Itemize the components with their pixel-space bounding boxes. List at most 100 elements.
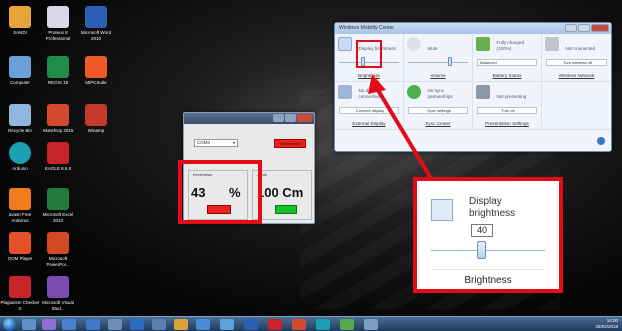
eagle-icon [47,142,69,164]
chevron-down-icon: ▾ [232,140,235,145]
avast-icon [9,188,31,210]
volume-slider-thumb[interactable] [448,57,452,66]
presentation-caption: Presentation Settings [485,121,529,126]
brightness-highlight-box [356,40,382,68]
taskbar-app-icon[interactable] [62,319,76,330]
desktop-icon-computer[interactable]: Computer [0,56,40,86]
sync-center-caption: Sync Center [425,121,451,126]
desktop-icon-winamp[interactable]: Winamp [76,104,116,134]
desktop-icon-excel[interactable]: Microsoft Excel 2010 [38,188,78,223]
brightness-caption: Brightness [358,73,380,78]
tile-sync-center: No sync partnerships Sync settings Sync … [404,82,473,130]
external-display-icon [338,85,352,99]
sketchup-icon [47,104,69,126]
taskbar-app-icon[interactable] [316,319,330,330]
slider-value-tooltip: 40 [471,224,493,237]
sync-settings-button[interactable]: Sync settings [408,107,468,114]
tile-presentation: Not presenting Turn on Presentation Sett… [473,82,542,130]
turn-on-presentation-button[interactable]: Turn on [477,107,537,114]
taskbar-app-icon[interactable] [340,319,354,330]
visual-studio-icon [47,276,69,298]
zoom-slider-thumb[interactable] [477,241,486,259]
taskbar-app-icon[interactable] [220,319,234,330]
connect-display-button[interactable]: Connect display [339,107,399,114]
desktop-icon-recycle-bin[interactable]: Recycle Bin [0,104,40,134]
app-window-controls [273,114,312,122]
turn-wireless-off-button[interactable]: Turn wireless off [546,59,607,66]
tile-volume: Mute Volume [404,34,473,82]
taskbar-word-icon[interactable] [244,319,258,330]
wireless-signal-icon [545,37,559,51]
desktop-icon-eagle[interactable]: EAGLE 6.6.0 [38,142,78,172]
powerpoint-icon [47,232,69,254]
taskbar-app-icon[interactable] [196,319,210,330]
taskbar: 14:00 25/02/2016 [0,316,622,331]
taskbar-app-icon[interactable] [108,319,122,330]
regis-icon [47,56,69,78]
computer-icon [9,56,31,78]
desktop-icon-proteus[interactable]: Proteus 8 Professional [38,6,78,41]
window-controls [565,24,609,32]
gom-player-icon [9,232,31,254]
help-icon[interactable] [597,137,605,145]
mobility-center-title: Windows Mobility Center [339,25,395,31]
taskbar-app-icon[interactable] [292,319,306,330]
maximize-button[interactable] [578,24,590,32]
desktop-icon-avast[interactable]: avast! Free Antivirus [0,188,40,223]
value-highlight-box [178,160,262,224]
battery-caption: Battery Status [492,73,522,78]
distance-green-button[interactable] [275,205,297,214]
close-button[interactable] [591,24,609,32]
clock-date: 25/02/2016 [595,324,618,329]
desktop-icon-visual-studio[interactable]: Microsoft Visual Stud... [38,276,78,311]
winamp-icon [85,104,107,126]
word-icon [85,6,107,28]
display-brightness-icon-large [431,199,453,221]
mobility-center-titlebar: Windows Mobility Center [335,23,611,34]
zoom-title: Display brightness [469,196,516,219]
volume-caption: Volume [430,73,446,78]
desktop-icon-sketchup[interactable]: SketchUp 2015 [38,104,78,134]
taskbar-app-icon[interactable] [130,319,144,330]
tile-empty [542,82,611,130]
taskbar-app-icon[interactable] [86,319,100,330]
start-button[interactable] [3,318,16,331]
taskbar-app-icon[interactable] [268,319,282,330]
desktop-icon-sandi[interactable]: SANDI [0,6,40,36]
desktop-icon-powerpoint[interactable]: Microsoft PowerPoi... [38,232,78,267]
zoom-divider [431,269,545,270]
taskbar-app-icon[interactable] [174,319,188,330]
mute-checkbox-label[interactable]: Mute [427,46,465,52]
app-maximize-button[interactable] [285,114,296,122]
desktop-icon-regis[interactable]: REGIS 18 [38,56,78,86]
projector-icon [476,85,490,99]
minimize-button[interactable] [565,24,577,32]
power-plan-select[interactable]: Balanced [477,59,537,66]
battery-icon [476,37,490,51]
app-close-button[interactable] [297,114,312,122]
desktop-icon-plagiarism-checker[interactable]: Plagiarism Checker X [0,276,40,311]
mipcsuite-icon [85,56,107,78]
com-port-select[interactable]: COM4 ▾ [194,139,238,147]
taskbar-media-icon[interactable] [42,319,56,330]
desktop-icon-word[interactable]: Microsoft Word 2010 [76,6,116,41]
system-clock[interactable]: 14:00 25/02/2016 [595,318,618,330]
excel-icon [47,188,69,210]
desktop-icon-mipcsuite[interactable]: MiPCSuite [76,56,116,86]
tile-battery: Fully charged (100%) Balanced Battery St… [473,34,542,82]
brightness-zoom-inset: Display brightness 40 Brightness [413,177,563,293]
proteus-icon [47,6,69,28]
taskbar-app-icon[interactable] [364,319,378,330]
wireless-caption: Wireless Network [558,73,595,78]
disconnect-button[interactable]: Disconnect [274,139,306,148]
speaker-icon [407,37,421,51]
app-titlebar [184,113,314,124]
zoom-slider-track[interactable] [431,250,545,251]
taskbar-app-icon[interactable] [152,319,166,330]
taskbar-explorer-icon[interactable] [22,319,36,330]
zoom-panel: Display brightness 40 Brightness [419,183,557,287]
volume-slider[interactable] [408,57,468,66]
desktop-icon-arduino[interactable]: Arduino [0,142,40,172]
app-minimize-button[interactable] [273,114,284,122]
desktop-icon-gom-player[interactable]: GOM Player [0,232,40,262]
